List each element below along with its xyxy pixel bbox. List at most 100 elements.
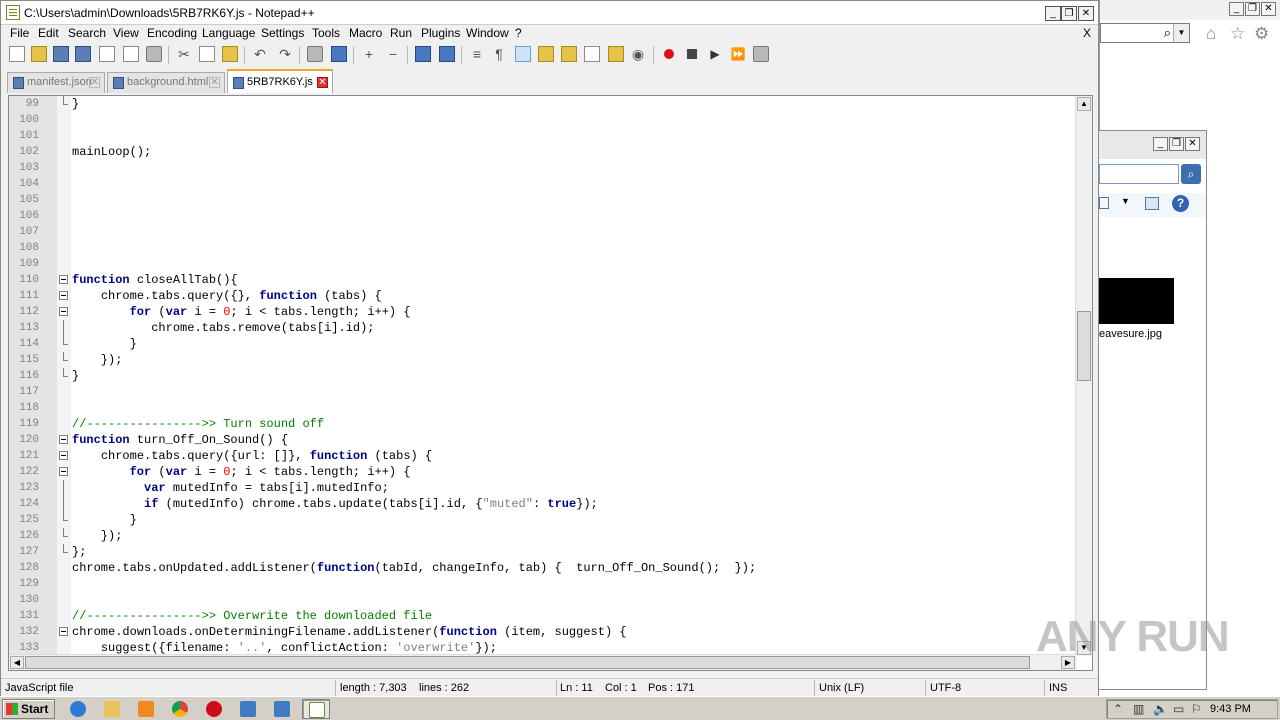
action-center-flag-icon[interactable]: ⚐ (1191, 702, 1202, 716)
code-line[interactable]: 115 }); (9, 352, 1077, 368)
sync-vertical-icon[interactable] (415, 46, 431, 62)
code-line[interactable]: 107 (9, 224, 1077, 240)
chevron-down-icon[interactable]: ▼ (1121, 196, 1130, 206)
code-line[interactable]: 103 (9, 160, 1077, 176)
code-text[interactable]: chrome.tabs.onUpdated.addListener(functi… (72, 560, 756, 576)
taskbar-explorer[interactable] (98, 699, 126, 719)
code-line[interactable]: 128 chrome.tabs.onUpdated.addListener(fun… (9, 560, 1077, 576)
menu-search[interactable]: Search (68, 26, 106, 40)
code-text[interactable]: //---------------->> Turn sound off (72, 416, 324, 432)
code-line[interactable]: 119 //---------------->> Turn sound off (9, 416, 1077, 432)
status-insert-mode[interactable]: INS (1049, 682, 1067, 694)
vertical-scrollbar[interactable]: ▲ ▼ (1075, 96, 1092, 656)
code-text[interactable]: chrome.downloads.onDeterminingFilename.a… (72, 624, 627, 640)
code-line[interactable]: 130 (9, 592, 1077, 608)
code-text[interactable]: chrome.tabs.query({}, function (tabs) { (72, 288, 382, 304)
code-text[interactable]: var mutedInfo = tabs[i].mutedInfo; (72, 480, 389, 496)
menu-window[interactable]: Window (466, 26, 509, 40)
code-text[interactable]: } (72, 368, 79, 384)
fold-toggle-icon[interactable] (59, 291, 68, 300)
help-icon[interactable]: ? (1172, 195, 1189, 212)
fold-toggle-icon[interactable] (59, 275, 68, 284)
code-line[interactable]: 118 (9, 400, 1077, 416)
code-line[interactable]: 111 chrome.tabs.query({}, function (tabs… (9, 288, 1077, 304)
code-line[interactable]: 106 (9, 208, 1077, 224)
maximize-button[interactable]: ❐ (1061, 6, 1077, 21)
close-tab-icon[interactable]: ✕ (209, 77, 220, 88)
code-line[interactable]: 114 } (9, 336, 1077, 352)
code-text[interactable]: }; (72, 544, 86, 560)
code-text[interactable]: //---------------->> Overwrite the downl… (72, 608, 432, 624)
power-icon[interactable]: ▭ (1173, 702, 1184, 716)
indent-guide-icon[interactable] (515, 46, 531, 62)
explorer-search-input[interactable] (1099, 164, 1179, 184)
code-text[interactable]: } (72, 512, 137, 528)
menu-edit[interactable]: Edit (38, 26, 59, 40)
function-list-icon[interactable] (584, 46, 600, 62)
horizontal-scrollbar[interactable]: ◀ ▶ (9, 654, 1077, 670)
code-text[interactable]: mainLoop(); (72, 144, 151, 160)
code-line[interactable]: 102 mainLoop(); (9, 144, 1077, 160)
scroll-up-button[interactable]: ▲ (1077, 97, 1091, 111)
code-line[interactable]: 100 (9, 112, 1077, 128)
code-line[interactable]: 127}; (9, 544, 1077, 560)
code-area[interactable]: 99} 100 101 102 mainLoop(); 103 104 105 106 107 10… (9, 96, 1077, 656)
playback-macro-icon[interactable]: ▶ (707, 46, 723, 62)
paste-icon[interactable] (222, 46, 238, 62)
vertical-scroll-thumb[interactable] (1077, 311, 1091, 381)
address-bar[interactable]: ⌕ ▼ (1100, 23, 1190, 43)
fold-toggle-icon[interactable] (59, 307, 68, 316)
code-text[interactable]: chrome.tabs.query({url: []}, function (t… (72, 448, 432, 464)
taskbar-chrome[interactable] (166, 699, 194, 719)
code-text[interactable]: for (var i = 0; i < tabs.length; i++) { (72, 464, 411, 480)
favorites-star-icon[interactable]: ☆ (1230, 24, 1245, 44)
code-text[interactable]: function turn_Off_On_Sound() { (72, 432, 288, 448)
network-icon[interactable]: ▥ (1133, 702, 1144, 716)
code-line[interactable]: 113 chrome.tabs.remove(tabs[i].id); (9, 320, 1077, 336)
code-text[interactable]: }); (72, 528, 123, 544)
menu-settings[interactable]: Settings (261, 26, 304, 40)
code-line[interactable]: 120 function turn_Off_On_Sound() { (9, 432, 1077, 448)
minimize-button[interactable]: _ (1229, 2, 1244, 16)
code-line[interactable]: 124 if (mutedInfo) chrome.tabs.update(ta… (9, 496, 1077, 512)
folder-as-workspace-icon[interactable] (608, 46, 624, 62)
code-line[interactable]: 112 for (var i = 0; i < tabs.length; i++… (9, 304, 1077, 320)
menu-encoding[interactable]: Encoding (147, 26, 197, 40)
tab-5rb7rk6y-js[interactable]: 5RB7RK6Y.js ✕ (227, 69, 333, 93)
menu-view[interactable]: View (113, 26, 139, 40)
record-macro-icon[interactable] (661, 46, 677, 62)
scroll-left-button[interactable]: ◀ (10, 656, 24, 669)
user-defined-language-icon[interactable] (538, 46, 554, 62)
code-text[interactable]: }); (72, 352, 123, 368)
code-text[interactable]: } (72, 336, 137, 352)
fold-toggle-icon[interactable] (59, 451, 68, 460)
restore-button[interactable]: ❐ (1169, 137, 1184, 151)
run-macro-multiple-icon[interactable]: ⏩ (730, 46, 746, 62)
document-map-icon[interactable] (561, 46, 577, 62)
code-line[interactable]: 99} (9, 96, 1077, 112)
close-button[interactable]: ✕ (1078, 6, 1094, 21)
save-icon[interactable] (53, 46, 69, 62)
file-name-label[interactable]: eavesure.jpg (1099, 328, 1162, 340)
redo-icon[interactable]: ↷ (277, 46, 293, 62)
minimize-button[interactable]: _ (1153, 137, 1168, 151)
home-icon[interactable]: ⌂ (1206, 24, 1216, 44)
code-line[interactable]: 110 function closeAllTab(){ (9, 272, 1077, 288)
file-thumbnail[interactable] (1099, 278, 1174, 324)
code-line[interactable]: 108 (9, 240, 1077, 256)
code-line[interactable]: 131 //---------------->> Overwrite the do… (9, 608, 1077, 624)
minimize-button[interactable]: _ (1045, 6, 1061, 21)
menu-macro[interactable]: Macro (349, 26, 382, 40)
status-eol[interactable]: Unix (LF) (819, 682, 864, 694)
close-all-icon[interactable] (123, 46, 139, 62)
menu-run[interactable]: Run (390, 26, 412, 40)
menu-language[interactable]: Language (202, 26, 255, 40)
fold-toggle-icon[interactable] (59, 467, 68, 476)
open-file-icon[interactable] (31, 46, 47, 62)
close-button[interactable]: ✕ (1261, 2, 1276, 16)
views-icon[interactable] (1099, 197, 1109, 209)
fold-toggle-icon[interactable] (59, 627, 68, 636)
code-text[interactable]: chrome.tabs.remove(tabs[i].id); (72, 320, 374, 336)
sync-horizontal-icon[interactable] (439, 46, 455, 62)
code-line[interactable]: 129 (9, 576, 1077, 592)
